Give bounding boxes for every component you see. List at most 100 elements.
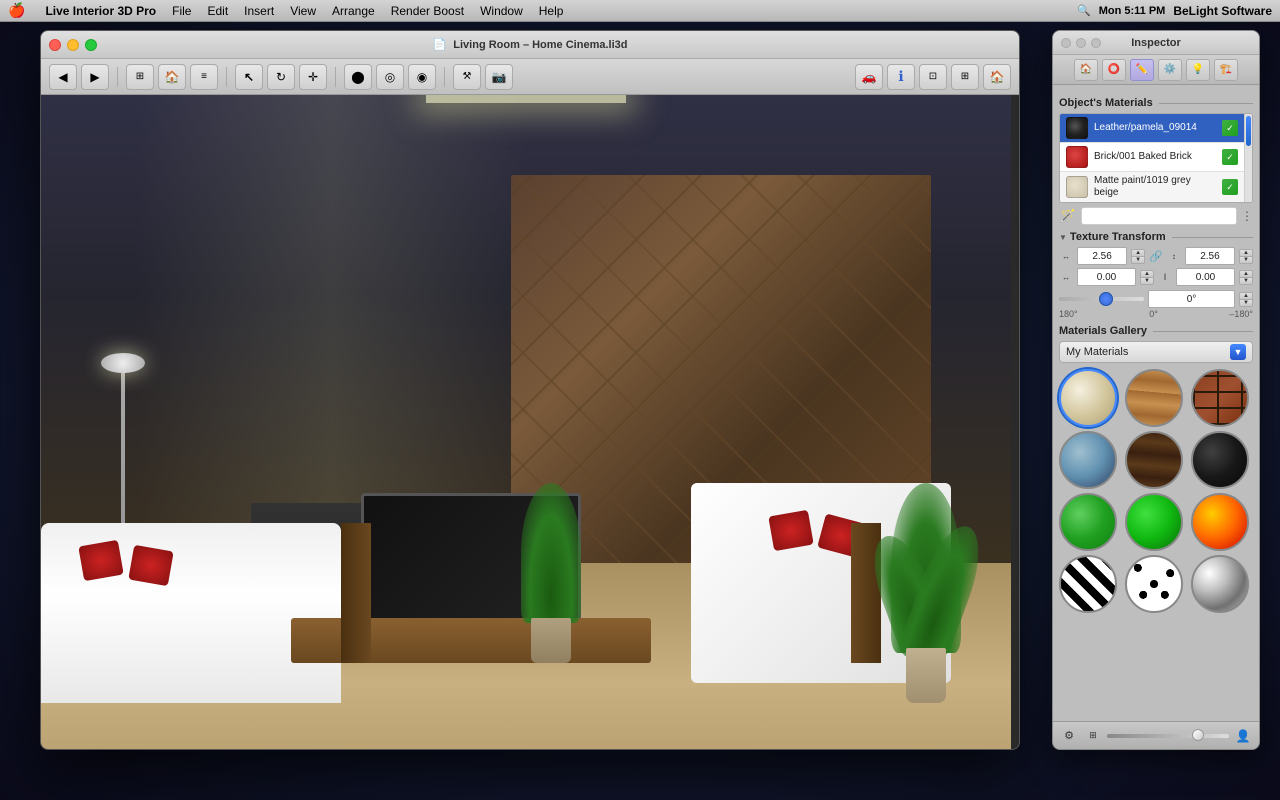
- menu-help[interactable]: Help: [539, 4, 564, 18]
- offset-y-down[interactable]: ▼: [1239, 277, 1253, 285]
- scale-y-down[interactable]: ▼: [1239, 256, 1253, 264]
- mat-sphere-green2[interactable]: [1125, 493, 1183, 551]
- minimize-button[interactable]: [67, 39, 79, 51]
- toolbar-rotate-btn[interactable]: ↻: [267, 64, 295, 90]
- apple-menu[interactable]: 🍎: [8, 2, 25, 19]
- toolbar-car-btn[interactable]: 🚗: [855, 64, 883, 90]
- toolbar-camera1-btn[interactable]: ⬤: [344, 64, 372, 90]
- materials-scrollbar-thumb[interactable]: [1246, 116, 1251, 146]
- inspector-settings-btn[interactable]: ⚙: [1059, 726, 1079, 746]
- menu-file[interactable]: File: [172, 4, 191, 18]
- gallery-dropdown-arrow[interactable]: ▼: [1230, 344, 1246, 360]
- inspector-person-btn[interactable]: 👤: [1233, 726, 1253, 746]
- inspector-tab-material[interactable]: ✏️: [1130, 59, 1154, 81]
- menu-dots[interactable]: ⋮: [1241, 209, 1253, 223]
- mat-sphere-green1[interactable]: [1059, 493, 1117, 551]
- toolbar-list-btn[interactable]: ≡: [190, 64, 218, 90]
- inspector-zoom[interactable]: [1091, 38, 1101, 48]
- rotation-label-mid: 0°: [1149, 309, 1158, 319]
- menu-render-boost[interactable]: Render Boost: [391, 4, 464, 18]
- offset-x-input[interactable]: 0.00: [1077, 268, 1136, 286]
- maximize-button[interactable]: [85, 39, 97, 51]
- rotation-thumb[interactable]: [1099, 292, 1113, 306]
- viewport[interactable]: [41, 95, 1011, 750]
- mat-sphere-cream[interactable]: [1059, 369, 1117, 427]
- material-search-input[interactable]: [1081, 207, 1237, 225]
- mat-sphere-brick[interactable]: [1191, 369, 1249, 427]
- scale-x-icon: ↔: [1059, 252, 1073, 261]
- toolbar-select-btn[interactable]: ↖: [235, 64, 263, 90]
- inspector-tab-light[interactable]: 💡: [1186, 59, 1210, 81]
- material-item-0[interactable]: Leather/pamela_09014 ✓: [1060, 114, 1244, 143]
- toolbar-camera2-btn[interactable]: ◎: [376, 64, 404, 90]
- menu-view[interactable]: View: [290, 4, 316, 18]
- toolbar-stairs-btn[interactable]: ⚒: [453, 64, 481, 90]
- mat-sphere-black[interactable]: [1191, 431, 1249, 489]
- scale-y-stepper[interactable]: ▲ ▼: [1239, 249, 1253, 264]
- offset-y-stepper[interactable]: ▲ ▼: [1239, 270, 1253, 285]
- inspector-close[interactable]: [1061, 38, 1071, 48]
- rotation-track: [1059, 297, 1144, 301]
- toolbar-back-btn[interactable]: ◀: [49, 64, 77, 90]
- mat-sphere-zebra[interactable]: [1059, 555, 1117, 613]
- scale-x-input[interactable]: 2.56: [1077, 247, 1127, 265]
- rotation-down[interactable]: ▼: [1239, 299, 1253, 307]
- menu-arrange[interactable]: Arrange: [332, 4, 375, 18]
- toolbar-forward-btn[interactable]: ▶: [81, 64, 109, 90]
- wand-icon[interactable]: 🪄: [1059, 207, 1077, 225]
- rotation-stepper[interactable]: ▲ ▼: [1239, 292, 1253, 307]
- toolbar-move-btn[interactable]: ✛: [299, 64, 327, 90]
- toolbar-camera3-btn[interactable]: ◉: [408, 64, 436, 90]
- inspector-slider-thumb[interactable]: [1192, 729, 1204, 741]
- material-check-0: ✓: [1222, 120, 1238, 136]
- toolbar-photo-btn[interactable]: 📷: [485, 64, 513, 90]
- toolbar-sep-4: [444, 67, 445, 87]
- scale-y-icon: ↕: [1167, 252, 1181, 261]
- rotation-value-input[interactable]: 0°: [1148, 290, 1235, 308]
- mat-sphere-spots[interactable]: [1125, 555, 1183, 613]
- gallery-dropdown[interactable]: My Materials ▼: [1059, 341, 1253, 363]
- offset-x-stepper[interactable]: ▲ ▼: [1140, 270, 1154, 285]
- inspector-tab-home[interactable]: 🏠: [1074, 59, 1098, 81]
- mat-sphere-wood-light[interactable]: [1125, 369, 1183, 427]
- menu-window[interactable]: Window: [480, 4, 523, 18]
- toolbar-floorplan-btn[interactable]: ⊞: [126, 64, 154, 90]
- inspector-grid-btn[interactable]: ⊞: [1083, 726, 1103, 746]
- material-item-2[interactable]: Matte paint/1019 grey beige ✓: [1060, 172, 1244, 202]
- toolbar-layout1-btn[interactable]: ⊡: [919, 64, 947, 90]
- gallery-section: Materials Gallery My Materials ▼: [1059, 325, 1253, 613]
- close-button[interactable]: [49, 39, 61, 51]
- window-title: 📄 Living Room – Home Cinema.li3d: [433, 38, 628, 51]
- mat-sphere-chrome[interactable]: [1191, 555, 1249, 613]
- materials-scrollbar[interactable]: [1244, 114, 1252, 202]
- menu-edit[interactable]: Edit: [207, 4, 228, 18]
- offset-y-label: I: [1158, 272, 1172, 282]
- scale-x-down[interactable]: ▼: [1131, 256, 1145, 264]
- scale-x-stepper[interactable]: ▲ ▼: [1131, 249, 1145, 264]
- material-item-1[interactable]: Brick/001 Baked Brick ✓: [1060, 143, 1244, 172]
- toolbar-home-btn[interactable]: 🏠: [983, 64, 1011, 90]
- material-name-0: Leather/pamela_09014: [1094, 122, 1216, 134]
- mat-sphere-fire[interactable]: [1191, 493, 1249, 551]
- mat-sphere-water[interactable]: [1059, 431, 1117, 489]
- link-icon[interactable]: 🔗: [1149, 250, 1163, 263]
- menu-insert[interactable]: Insert: [244, 4, 274, 18]
- mat-sphere-wood-dark[interactable]: [1125, 431, 1183, 489]
- toolbar-info-btn[interactable]: ℹ: [887, 64, 915, 90]
- inspector-zoom-slider[interactable]: [1107, 734, 1229, 738]
- scale-y-input[interactable]: 2.56: [1185, 247, 1235, 265]
- app-name[interactable]: Live Interior 3D Pro: [45, 4, 156, 18]
- toolbar-3d-btn[interactable]: 🏠: [158, 64, 186, 90]
- plant-right: [881, 483, 971, 703]
- inspector-tab-object[interactable]: ⭕: [1102, 59, 1126, 81]
- toolbar-layout2-btn[interactable]: ⊞: [951, 64, 979, 90]
- toolbar: ◀ ▶ ⊞ 🏠 ≡ ↖ ↻ ✛ ⬤ ◎ ◉ ⚒ 📷 🚗 ℹ ⊡: [41, 59, 1019, 95]
- inspector-minimize[interactable]: [1076, 38, 1086, 48]
- inspector-tab-texture[interactable]: ⚙️: [1158, 59, 1182, 81]
- offset-x-down[interactable]: ▼: [1140, 277, 1154, 285]
- offset-y-input[interactable]: 0.00: [1176, 268, 1235, 286]
- inspector-tab-structure[interactable]: 🏗️: [1214, 59, 1238, 81]
- rotation-slider-container[interactable]: [1059, 292, 1144, 306]
- offset-x-icon: ↔: [1059, 273, 1073, 282]
- material-name-2: Matte paint/1019 grey beige: [1094, 175, 1216, 199]
